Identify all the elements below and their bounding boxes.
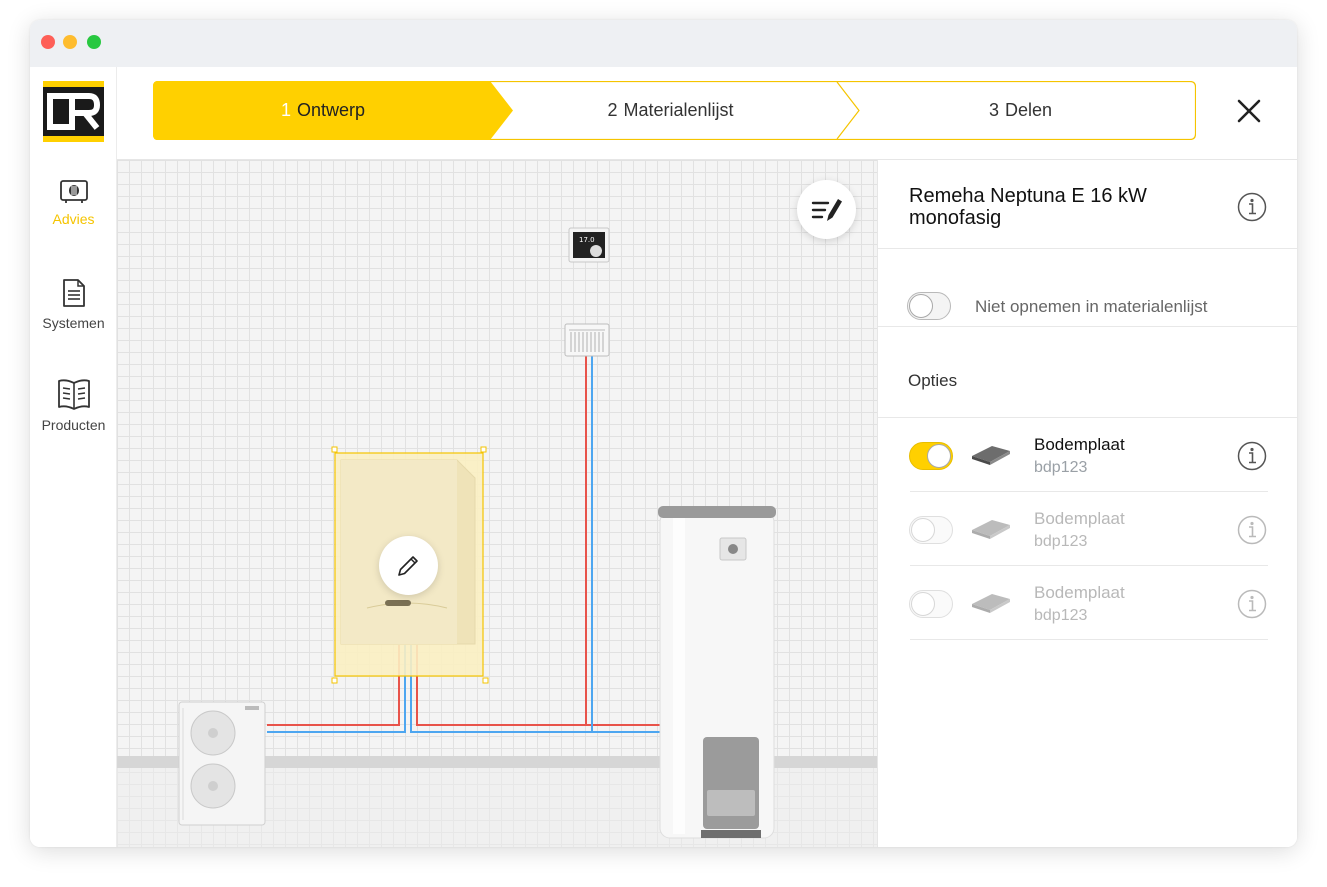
window-titlebar bbox=[30, 20, 1297, 67]
radiator-device bbox=[564, 323, 610, 357]
sidebar-item-label: Systemen bbox=[42, 315, 105, 331]
wizard-header: 1 Ontwerp 2 Materialenlijst 3 Delen bbox=[117, 67, 1297, 160]
sidebar-item-label: Producten bbox=[41, 417, 106, 433]
window-minimize-control[interactable] bbox=[63, 35, 77, 49]
divider bbox=[910, 639, 1268, 640]
boiler-icon bbox=[59, 180, 88, 203]
option-toggle[interactable] bbox=[909, 590, 953, 618]
info-icon[interactable] bbox=[1237, 515, 1267, 545]
product-title: Remeha Neptuna E 16 kW monofasig bbox=[909, 185, 1147, 229]
step-number: 1 bbox=[280, 100, 291, 120]
divider bbox=[910, 491, 1268, 492]
dr-logo-icon bbox=[47, 93, 100, 130]
thermostat-display: 17.0 bbox=[579, 236, 595, 244]
option-code: bdp123 bbox=[1034, 607, 1088, 624]
info-icon[interactable] bbox=[1237, 192, 1267, 222]
step-delen[interactable]: 3 Delen bbox=[848, 100, 1193, 121]
sidebar-item-advies[interactable]: Advies bbox=[30, 179, 117, 227]
step-label: Delen bbox=[1004, 100, 1053, 120]
logo-mark bbox=[43, 87, 104, 136]
divider bbox=[878, 326, 1297, 327]
exclude-label: Niet opnemen in materialenlijst bbox=[975, 297, 1208, 316]
sidebar-item-systemen[interactable]: Systemen bbox=[30, 277, 117, 331]
design-canvas[interactable]: 17.0 bbox=[117, 160, 877, 847]
window-close-control[interactable] bbox=[41, 35, 55, 49]
step-label: Ontwerp bbox=[296, 100, 366, 120]
window-maximize-control[interactable] bbox=[87, 35, 101, 49]
divider bbox=[878, 417, 1297, 418]
step-materialenlijst[interactable]: 2 Materialenlijst bbox=[498, 100, 843, 121]
document-icon bbox=[62, 279, 85, 307]
hot-water-cylinder bbox=[658, 506, 776, 839]
divider bbox=[910, 565, 1268, 566]
base-plate-icon bbox=[972, 594, 1010, 613]
info-icon[interactable] bbox=[1237, 441, 1267, 471]
edit-component-button[interactable] bbox=[379, 536, 438, 595]
outdoor-heat-pump bbox=[178, 701, 266, 826]
toggle-knob bbox=[911, 518, 935, 542]
step-number: 3 bbox=[988, 100, 999, 120]
toggle-knob bbox=[927, 444, 951, 468]
exclude-toggle[interactable] bbox=[907, 292, 951, 320]
book-icon bbox=[57, 379, 90, 410]
toggle-knob bbox=[909, 294, 933, 318]
option-toggle[interactable] bbox=[909, 442, 953, 470]
brand-logo[interactable] bbox=[43, 81, 104, 142]
pencil-icon bbox=[398, 556, 418, 576]
option-code: bdp123 bbox=[1034, 459, 1088, 476]
option-name: Bodemplaat bbox=[1034, 435, 1125, 454]
edit-list-icon bbox=[811, 199, 842, 221]
properties-panel: Remeha Neptuna E 16 kW monofasig Niet op… bbox=[877, 160, 1297, 847]
base-plate-icon bbox=[972, 446, 1010, 465]
option-toggle[interactable] bbox=[909, 516, 953, 544]
app-window: Advies Systemen Producten 1 Ontwerp 2 Ma… bbox=[30, 20, 1297, 847]
toggle-knob bbox=[911, 592, 935, 616]
divider bbox=[878, 248, 1297, 249]
sidebar: Advies Systemen Producten bbox=[30, 67, 117, 847]
thermostat-device: 17.0 bbox=[568, 227, 610, 263]
step-ontwerp[interactable]: 1 Ontwerp bbox=[153, 100, 493, 121]
option-name: Bodemplaat bbox=[1034, 509, 1125, 528]
step-label: Materialenlijst bbox=[623, 100, 734, 120]
sidebar-item-producten[interactable]: Producten bbox=[30, 377, 117, 433]
base-plate-icon bbox=[972, 520, 1010, 539]
option-code: bdp123 bbox=[1034, 533, 1088, 550]
wizard-stepper: 1 Ontwerp 2 Materialenlijst 3 Delen bbox=[153, 81, 1196, 140]
options-heading: Opties bbox=[908, 371, 958, 390]
sidebar-item-label: Advies bbox=[52, 211, 95, 227]
close-icon[interactable] bbox=[1236, 98, 1262, 124]
system-diagram: 17.0 bbox=[117, 227, 877, 847]
step-number: 2 bbox=[607, 100, 618, 120]
notes-edit-button[interactable] bbox=[797, 180, 856, 239]
info-icon[interactable] bbox=[1237, 589, 1267, 619]
option-name: Bodemplaat bbox=[1034, 583, 1125, 602]
